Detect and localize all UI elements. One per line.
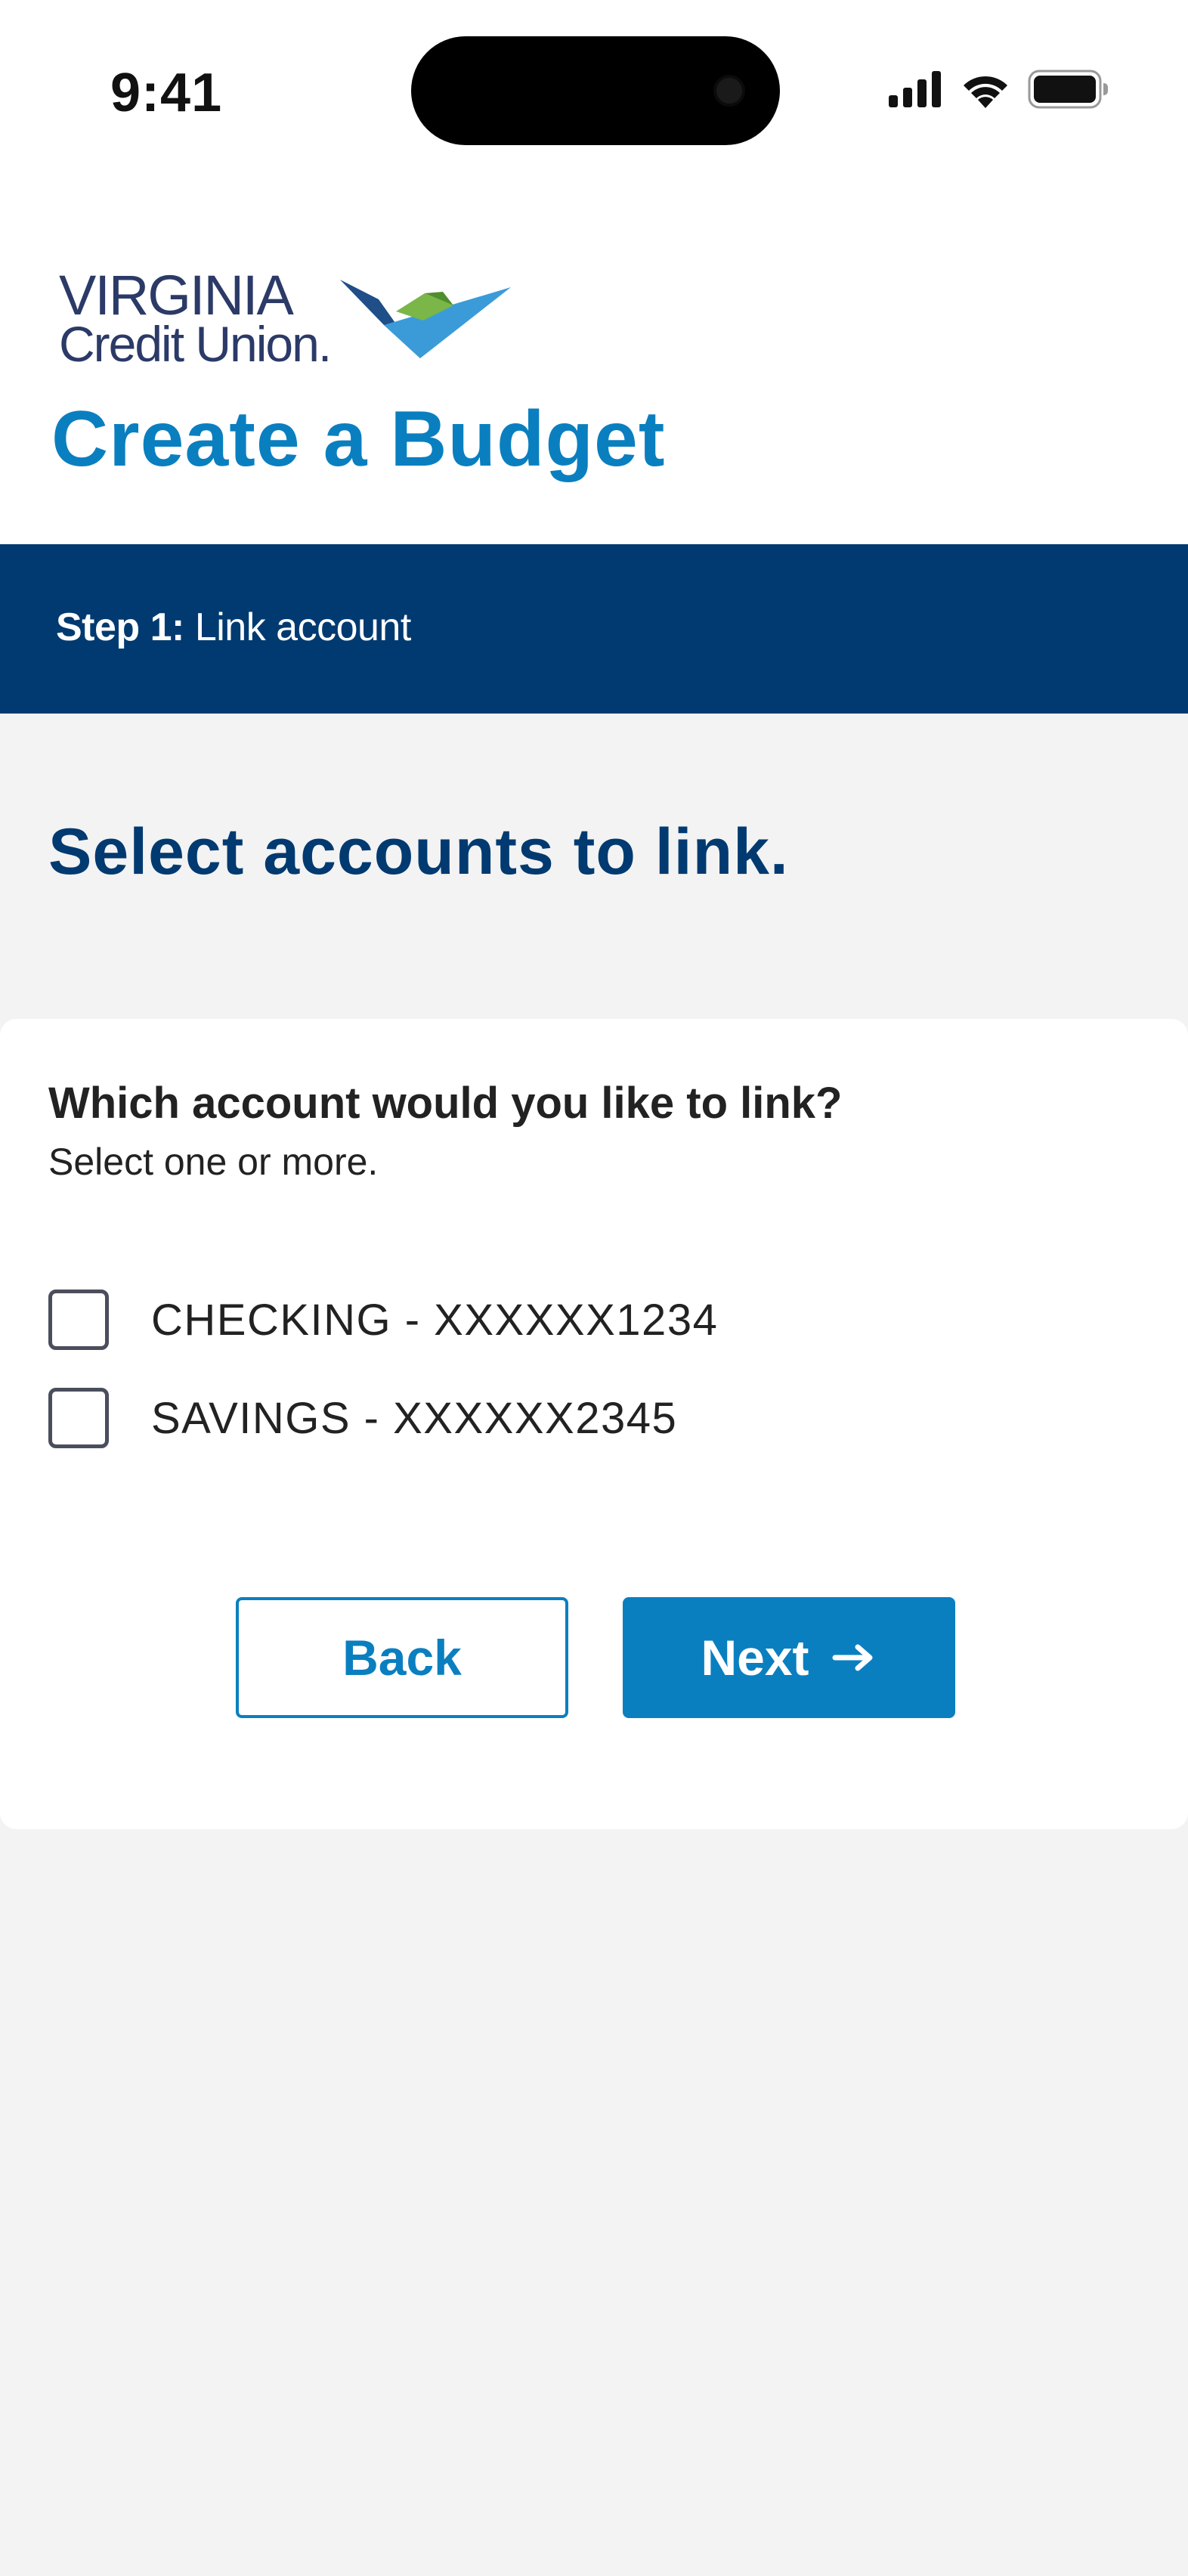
savings-label[interactable]: SAVINGS - XXXXXX2345 [151,1393,677,1444]
arrow-right-icon [832,1643,877,1673]
status-bar: 9:41 [0,0,1188,181]
account-question: Which account would you like to link? [48,1079,843,1128]
account-selection-card: Which account would you like to link? Se… [0,1019,1188,1829]
checking-label[interactable]: CHECKING - XXXXXX1234 [151,1295,718,1345]
step-number: Step 1: [56,605,184,649]
page-title: Create a Budget [51,395,666,483]
front-camera [713,75,745,107]
step-indicator: Step 1: Link account [56,605,411,650]
savings-checkbox[interactable] [48,1388,109,1448]
battery-icon [1028,70,1109,113]
account-helper-text: Select one or more. [48,1141,379,1183]
status-time: 9:41 [110,63,223,123]
next-button-label: Next [701,1630,809,1686]
svg-text:Credit Union.: Credit Union. [59,316,330,370]
section-heading: Select accounts to link. [48,816,789,888]
back-button-label: Back [342,1630,462,1686]
checking-checkbox[interactable] [48,1290,109,1350]
create-budget-screen: 9:41 VIRGINIA Credit Union. Create a Bud… [0,0,1188,2576]
account-option-checking[interactable]: CHECKING - XXXXXX1234 [48,1288,718,1351]
dynamic-island [411,36,780,145]
virginia-credit-union-logo: VIRGINIA Credit Union. [59,265,511,370]
cellular-signal-icon [889,70,943,111]
page-header: VIRGINIA Credit Union. Create a Budget [0,181,1188,544]
next-button[interactable]: Next [623,1597,955,1718]
step-description: Link account [184,605,411,649]
back-button[interactable]: Back [236,1597,568,1718]
status-icons [889,68,1109,113]
step-banner: Step 1: Link account [0,544,1188,714]
account-option-savings[interactable]: SAVINGS - XXXXXX2345 [48,1386,677,1450]
wifi-icon [960,70,1011,112]
